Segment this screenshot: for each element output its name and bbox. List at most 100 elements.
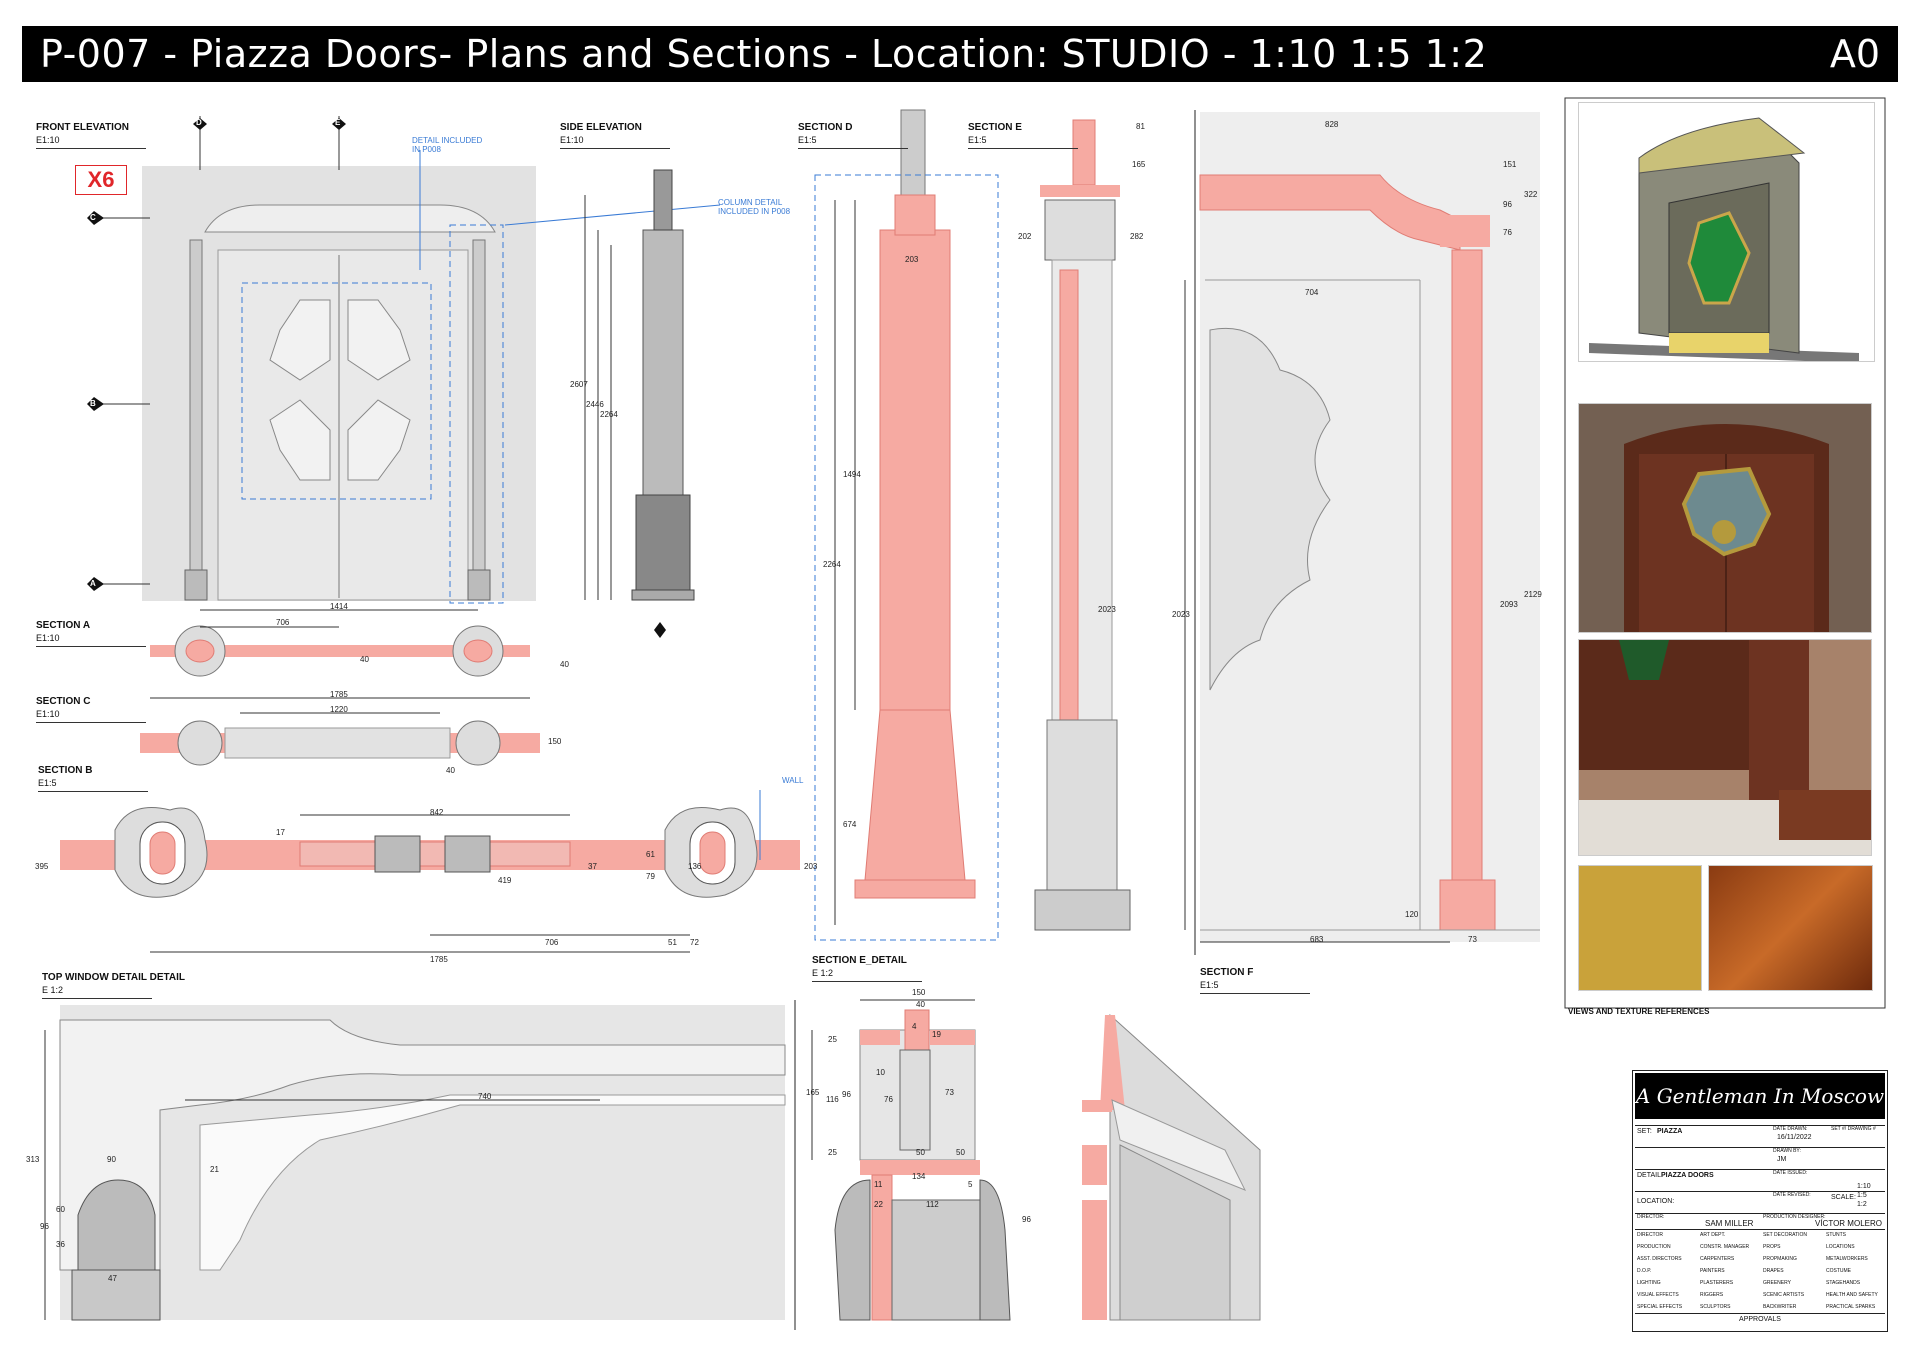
dim-ed-19: 19: [932, 1030, 941, 1039]
dim-ed-73: 73: [945, 1088, 954, 1097]
label-section-f: SECTION F E1:5: [1200, 967, 1310, 994]
dim-ed-96b: 96: [1022, 1215, 1031, 1224]
note-column-detail: COLUMN DETAIL INCLUDED IN P008: [718, 198, 791, 216]
marker-b: B: [90, 399, 96, 408]
tb-role-cell: BACKWRITER: [1763, 1304, 1797, 1310]
top-window-detail-drawing: [44, 1005, 786, 1321]
tb-role-cell: ASST. DIRECTORS: [1637, 1256, 1682, 1262]
dim-c-150: 150: [548, 737, 562, 746]
dim-d-1494: 1494: [843, 470, 861, 479]
texture-reference-gold: [1578, 865, 1702, 991]
tb-role-cell: CONSTR. MANAGER: [1700, 1244, 1750, 1250]
marker-d: D: [196, 118, 202, 127]
dim-b-72: 72: [690, 938, 699, 947]
dim-c-40: 40: [446, 766, 455, 775]
render-column-base-graphic: [1579, 640, 1871, 855]
label-section-e-detail: SECTION E_DETAIL E 1:2: [812, 955, 922, 982]
render-door-isometric-graphic: [1589, 117, 1859, 361]
dim-ed-50a: 50: [916, 1148, 925, 1157]
tb-role-cell: HEALTH AND SAFETY: [1826, 1292, 1878, 1298]
marker-c: C: [90, 213, 96, 222]
tb-role-cell: CARPENTERS: [1700, 1256, 1735, 1262]
dim-front-40a: 40: [360, 655, 369, 664]
tb-role-cell: PAINTERS: [1700, 1268, 1725, 1274]
dim-ed-11: 11: [874, 1180, 883, 1189]
dim-ed-50b: 50: [956, 1148, 965, 1157]
dim-ed-165: 165: [806, 1088, 820, 1097]
label-section-a: SECTION A E1:10: [36, 620, 146, 647]
dim-e-202: 202: [1018, 232, 1032, 241]
front-elevation-drawing: [87, 116, 721, 604]
dim-front-40b: 40: [560, 660, 569, 669]
dim-f-96: 96: [1503, 200, 1512, 209]
dim-b-1785: 1785: [430, 955, 448, 964]
tb-role-cell: SCULPTORS: [1700, 1304, 1731, 1310]
tb-role-cell: PROPMAKING: [1763, 1256, 1797, 1262]
dim-f-322: 322: [1524, 190, 1538, 199]
dim-ed-116: 116: [826, 1095, 839, 1104]
dim-side-2264: 2264: [600, 410, 618, 419]
dim-side-2607: 2607: [570, 380, 588, 389]
dim-ed-76: 76: [884, 1095, 893, 1104]
tb-role-cell: STAGEHANDS: [1826, 1280, 1861, 1286]
label-front-elevation: FRONT ELEVATION E1:10: [36, 122, 146, 149]
dim-b-61: 61: [646, 850, 655, 859]
tb-role-cell: PRODUCTION: [1637, 1244, 1671, 1250]
dim-b-17: 17: [276, 828, 285, 837]
dim-f-2093: 2093: [1500, 600, 1518, 609]
dim-tw-313: 313: [26, 1155, 40, 1164]
dim-tw-740: 740: [478, 1092, 492, 1101]
dim-b-419: 419: [498, 876, 512, 885]
dim-f-2023: 2023: [1172, 610, 1190, 619]
dim-f-2129: 2129: [1524, 590, 1542, 599]
dim-c-1220: 1220: [330, 705, 348, 714]
dim-b-51: 51: [668, 938, 677, 947]
tb-role-cell: RIGGERS: [1700, 1292, 1724, 1298]
dim-ed-40: 40: [916, 1000, 925, 1009]
dim-ed-10: 10: [876, 1068, 885, 1077]
dim-tw-90: 90: [107, 1155, 116, 1164]
dim-e-282: 282: [1130, 232, 1144, 241]
marker-e: E: [335, 118, 341, 127]
note-wall: WALL: [782, 776, 804, 785]
label-section-d: SECTION D E1:5: [798, 122, 908, 149]
note-detail-included: DETAIL INCLUDED IN P008: [412, 136, 483, 154]
dim-ed-22: 22: [874, 1200, 883, 1209]
dim-f-120: 120: [1405, 910, 1419, 919]
dim-b-395: 395: [35, 862, 49, 871]
tb-role-cell: SCENIC ARTISTS: [1763, 1292, 1805, 1298]
dim-c-1785: 1785: [330, 690, 348, 699]
section-f-drawing: [1184, 112, 1540, 943]
render-wood-door-graphic: [1579, 404, 1871, 632]
dim-b-203: 203: [804, 862, 818, 871]
render-view-wood: [1578, 403, 1872, 633]
section-e-detail-drawing: [811, 999, 1011, 1321]
tb-row-set: SET: PIAZZA DATE DRAWN: 16/11/2022 SET #…: [1635, 1125, 1885, 1148]
tb-role-cell: STUNTS: [1826, 1232, 1846, 1238]
section-e-drawing: [1034, 119, 1131, 931]
dim-e-165: 165: [1132, 160, 1146, 169]
tb-role-cell: COSTUME: [1826, 1268, 1851, 1274]
tb-row-detail: DETAIL: PIAZZA DOORS DATE ISSUED:: [1635, 1169, 1885, 1192]
tb-role-cell: METALWORKERS: [1826, 1256, 1868, 1262]
dim-d-674: 674: [843, 820, 857, 829]
tb-role-cell: VISUAL EFFECTS: [1637, 1292, 1679, 1298]
dim-tw-60: 60: [56, 1205, 65, 1214]
dim-tw-47: 47: [108, 1274, 117, 1283]
tb-row-location: LOCATION: DATE REVISED: SCALE: 1:10 1:5 …: [1635, 1183, 1885, 1214]
dim-f-76: 76: [1503, 228, 1512, 237]
tb-role-cell: D.O.P.: [1637, 1268, 1652, 1274]
tb-role-cell: SPECIAL EFFECTS: [1637, 1304, 1683, 1310]
dim-ed-25a: 25: [828, 1035, 837, 1044]
tb-role-cell: DRAPES: [1763, 1268, 1784, 1274]
dim-ed-134: 134: [912, 1172, 926, 1181]
tb-role-cell: GREENERY: [1763, 1280, 1791, 1286]
section-a-drawing: [150, 609, 530, 677]
tb-approvals: APPROVALS: [1635, 1313, 1885, 1328]
marker-a: A: [90, 579, 96, 588]
dim-f-704: 704: [1305, 288, 1319, 297]
tb-roles-grid: DIRECTOR ART DEPT. SET DECORATION STUNTS PRO…: [1635, 1229, 1885, 1314]
label-side-elevation: SIDE ELEVATION E1:10: [560, 122, 670, 149]
label-section-e: SECTION E E1:5: [968, 122, 1078, 149]
tb-role-cell: PROPS: [1763, 1244, 1781, 1250]
